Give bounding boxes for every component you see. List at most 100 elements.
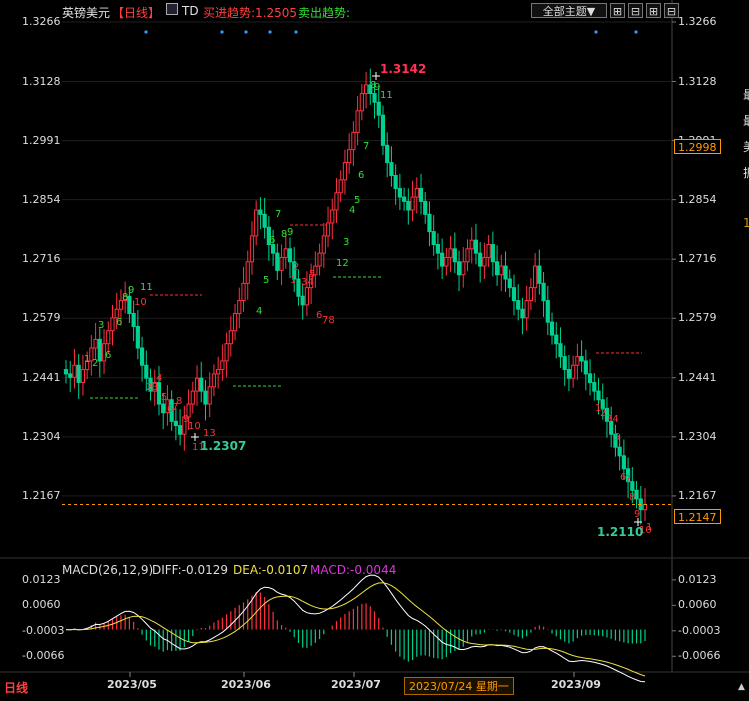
candle-body xyxy=(194,377,200,392)
candle-body xyxy=(304,287,309,306)
time-label-jul: 2023/07 xyxy=(331,678,381,691)
candle-body xyxy=(63,369,69,375)
candle-body xyxy=(338,179,343,194)
signal-dot xyxy=(294,30,298,34)
macd-tick: -0.0003 xyxy=(22,623,65,637)
low-annotation-may: 1.2307 xyxy=(200,439,247,453)
macd-diff: DIFF:-0.0129 xyxy=(152,563,229,577)
candle-body xyxy=(490,244,495,263)
candle-body xyxy=(393,175,398,189)
td-count-label: 4 xyxy=(156,373,162,384)
td-count-label: 34 xyxy=(606,414,619,425)
chart-svg[interactable]: 1 23668910112 345678910111345678 921 3456 781… xyxy=(0,0,749,697)
cursor-date-label: 2023/07/24 星期一 xyxy=(404,677,514,695)
candle-body xyxy=(389,162,394,177)
candle-body xyxy=(465,248,470,263)
period-tab[interactable]: 日线 xyxy=(4,679,28,696)
candle-body xyxy=(237,300,242,315)
candle-body xyxy=(262,213,267,228)
candle-body xyxy=(414,187,419,198)
instrument-title: 英镑美元 xyxy=(62,6,111,20)
td-count-label: 1 xyxy=(84,354,90,365)
candle-body xyxy=(106,330,111,345)
macd-diff-line xyxy=(65,574,646,683)
td-count-label: 5 xyxy=(263,275,269,286)
candle-body xyxy=(583,360,588,375)
candle-body xyxy=(503,265,508,280)
candle-body xyxy=(207,386,212,405)
price-tick-left: 1.2579 xyxy=(22,311,61,325)
candle-body xyxy=(228,330,233,345)
candle-body xyxy=(173,420,178,427)
candle-body xyxy=(363,84,369,95)
candle-body xyxy=(642,504,648,511)
zoom-in-icon[interactable]: ⊞ xyxy=(610,3,625,18)
candle-body xyxy=(254,209,259,237)
zoom-out-icon[interactable]: ⊟ xyxy=(628,3,643,18)
candle-body xyxy=(494,261,500,276)
candle-body xyxy=(258,209,263,215)
theme-dropdown-button[interactable]: 全部主题▼ xyxy=(531,3,607,18)
candle-body xyxy=(516,300,521,310)
signal-dot xyxy=(268,30,272,34)
cut-label-1: 最 xyxy=(743,86,749,103)
td-count-label: 9 xyxy=(287,227,293,238)
time-label-sep: 2023/09 xyxy=(551,678,601,691)
candle-body xyxy=(558,343,563,358)
signal-dot xyxy=(594,30,598,34)
candle-body xyxy=(410,196,415,211)
candle-body xyxy=(533,265,538,289)
buy-trend-label: 买进趋势:1.2505 xyxy=(203,6,298,20)
td-count-label: 6 xyxy=(358,170,364,181)
candle-body xyxy=(93,338,98,349)
candle-body xyxy=(507,278,512,289)
macd-tick: 0.0123 xyxy=(22,572,61,586)
td-count-label: 13 xyxy=(203,428,216,439)
td-count-label: 5 xyxy=(354,195,360,206)
td-count-label: 7 xyxy=(363,141,369,152)
candle-body xyxy=(456,261,462,276)
td-count-label: 11 xyxy=(380,90,393,101)
indicator-name[interactable]: TD xyxy=(182,4,199,18)
indicator-icon[interactable] xyxy=(166,3,178,15)
signal-dot xyxy=(220,30,224,34)
candle-body xyxy=(579,356,584,362)
candle-body xyxy=(359,93,364,112)
candle-body xyxy=(566,369,572,379)
candle-body xyxy=(537,265,542,284)
macd-tick: -0.0003 xyxy=(678,623,721,637)
candle-body xyxy=(342,162,348,181)
expand-icon[interactable]: ⊞ xyxy=(646,3,661,18)
candle-body xyxy=(469,239,474,250)
candle-body xyxy=(245,261,250,284)
candle-body xyxy=(418,187,424,202)
candle-body xyxy=(452,248,457,263)
candle-body xyxy=(440,252,445,267)
candle-body xyxy=(178,425,183,435)
td-count-label: 1 xyxy=(646,522,652,533)
candle-body xyxy=(511,287,517,302)
td-count-label: 5 xyxy=(309,269,315,280)
candle-body xyxy=(317,252,322,267)
candle-body xyxy=(592,382,597,392)
candle-body xyxy=(161,403,166,414)
cut-label-5: 1 xyxy=(743,216,749,230)
candle-body xyxy=(296,278,301,297)
candle-body xyxy=(617,446,622,457)
td-count-label: 9 xyxy=(128,285,134,296)
marker-price-badge: 1.2998 xyxy=(674,139,721,154)
candle-body xyxy=(241,282,246,302)
price-tick-right: 1.3128 xyxy=(678,74,717,88)
period-label: 【日线】 xyxy=(112,6,161,20)
candle-body xyxy=(80,369,86,384)
td-count-label: 3 xyxy=(343,237,349,248)
scroll-up-icon[interactable]: ▲ xyxy=(738,682,745,692)
collapse-icon[interactable]: ⊟ xyxy=(664,3,679,18)
time-label-jun: 2023/06 xyxy=(221,678,271,691)
candle-body xyxy=(190,390,195,405)
cut-label-2: 最 xyxy=(743,112,749,129)
candle-body xyxy=(211,373,217,388)
candle-body xyxy=(131,313,136,327)
price-tick-left: 1.3266 xyxy=(22,15,61,28)
macd-tick: 0.0060 xyxy=(22,598,61,612)
